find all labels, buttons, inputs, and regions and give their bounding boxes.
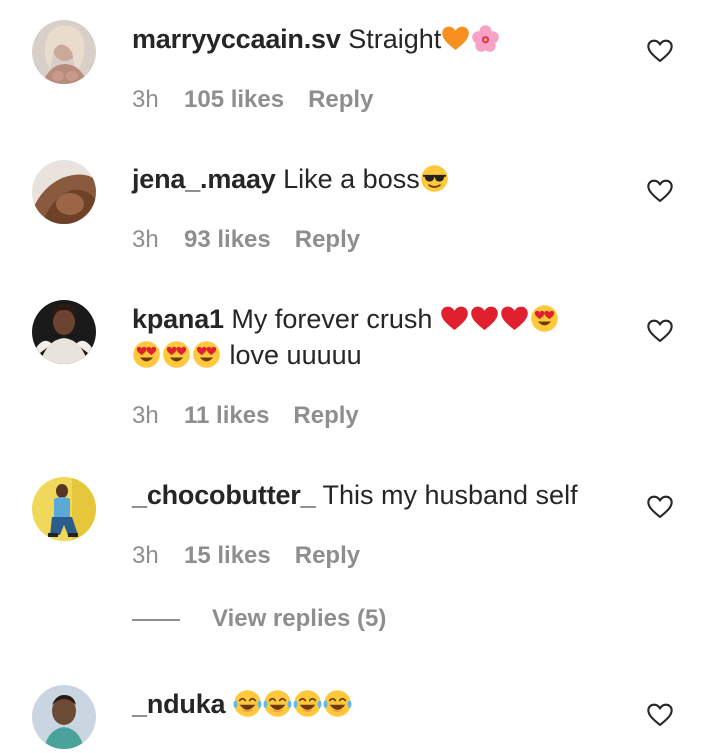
reply-button[interactable]: Reply xyxy=(293,402,358,429)
avatar[interactable] xyxy=(32,20,96,84)
comment-time: 3h xyxy=(132,226,159,253)
reply-button[interactable]: Reply xyxy=(308,86,373,113)
view-replies-button[interactable]: View replies (5) xyxy=(132,605,386,633)
comment-time: 3h xyxy=(132,402,159,429)
like-heart-icon[interactable] xyxy=(646,37,674,65)
likes-count[interactable]: 105 likes xyxy=(184,86,284,114)
like-heart-icon[interactable] xyxy=(646,493,674,521)
tears-of-joy-face-icon xyxy=(293,689,322,718)
comment-meta: 3h 11 likes Reply xyxy=(132,402,359,430)
comment-username[interactable]: marryyccaain.sv xyxy=(132,24,341,54)
avatar[interactable] xyxy=(32,685,96,749)
comment-meta: 3h 105 likes Reply xyxy=(132,86,373,114)
like-heart-icon[interactable] xyxy=(646,701,674,729)
orange-heart-icon xyxy=(441,24,470,53)
heart-eyes-face-icon xyxy=(162,340,191,369)
comment-body: _nduka xyxy=(132,686,602,722)
avatar[interactable] xyxy=(32,477,96,541)
avatar[interactable] xyxy=(32,300,96,364)
view-replies-divider xyxy=(132,618,180,621)
heart-eyes-face-icon xyxy=(192,340,221,369)
red-heart-icon xyxy=(470,304,499,333)
likes-count[interactable]: 15 likes xyxy=(184,542,271,570)
tears-of-joy-face-icon xyxy=(233,689,262,718)
comment-body: kpana1 My forever crush love uuuuu xyxy=(132,301,602,373)
comment-username[interactable]: _chocobutter_ xyxy=(132,480,316,510)
like-heart-icon[interactable] xyxy=(646,177,674,205)
comment-meta: 3h 15 likes Reply xyxy=(132,542,360,570)
comment-meta: 3h 93 likes Reply xyxy=(132,226,360,254)
comment-text-continued: love uuuuu xyxy=(229,340,362,370)
comment-body: _chocobutter_ This my husband self xyxy=(132,477,602,513)
red-heart-icon xyxy=(440,304,469,333)
comment-text: My forever crush xyxy=(231,304,433,334)
tears-of-joy-face-icon xyxy=(263,689,292,718)
heart-eyes-face-icon xyxy=(132,340,161,369)
hibiscus-icon xyxy=(471,24,500,53)
reply-button[interactable]: Reply xyxy=(295,226,360,253)
likes-count[interactable]: 11 likes xyxy=(184,402,269,430)
comment-username[interactable]: kpana1 xyxy=(132,304,224,334)
avatar[interactable] xyxy=(32,160,96,224)
likes-count[interactable]: 93 likes xyxy=(184,226,271,254)
like-heart-icon[interactable] xyxy=(646,317,674,345)
comment-time: 3h xyxy=(132,86,159,113)
view-replies-label: View replies (5) xyxy=(212,605,387,632)
tears-of-joy-face-icon xyxy=(323,689,352,718)
comment-body: marryyccaain.sv Straight xyxy=(132,21,602,57)
comment-username[interactable]: jena_.maay xyxy=(132,164,276,194)
comment-time: 3h xyxy=(132,542,159,569)
red-heart-icon xyxy=(500,304,529,333)
comment-username[interactable]: _nduka xyxy=(132,689,226,719)
heart-eyes-face-icon xyxy=(530,304,559,333)
comment-body: jena_.maay Like a boss xyxy=(132,161,602,197)
comment-text: Like a boss xyxy=(283,164,420,194)
sunglasses-face-icon xyxy=(420,164,449,193)
reply-button[interactable]: Reply xyxy=(295,542,360,569)
comment-text: This my husband self xyxy=(322,480,578,510)
comment-text: Straight xyxy=(348,24,442,54)
